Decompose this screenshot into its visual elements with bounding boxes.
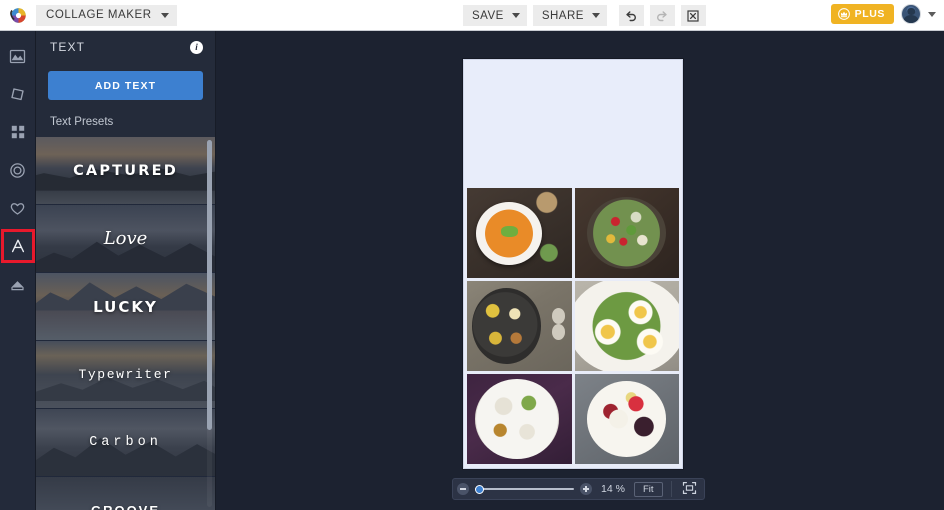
chevron-down-icon xyxy=(591,13,600,18)
plus-label: PLUS xyxy=(854,8,885,20)
list-item[interactable]: CAPTURED xyxy=(36,137,215,205)
close-boxed-x-icon xyxy=(687,9,700,22)
scrollbar-thumb[interactable] xyxy=(207,140,212,430)
sidebar-item-photos[interactable] xyxy=(3,41,33,71)
pumpkin-soup-bowl-image xyxy=(467,188,572,278)
pasta-salad-white-plate-image xyxy=(467,374,572,464)
app-menu-button[interactable]: COLLAGE MAKER xyxy=(36,4,177,26)
sidebar-item-frames[interactable] xyxy=(3,155,33,185)
preset-label: Typewriter xyxy=(78,367,173,382)
chevron-down-icon xyxy=(160,12,169,18)
save-button[interactable]: SAVE xyxy=(463,5,527,26)
close-project-button[interactable] xyxy=(680,5,706,26)
sidebar-item-collage[interactable] xyxy=(3,117,33,147)
collage-canvas[interactable] xyxy=(463,59,683,469)
panel-scrollbar[interactable] xyxy=(207,140,212,507)
list-item[interactable]: LUCKY xyxy=(36,273,215,341)
circle-ring-icon xyxy=(10,162,25,178)
chevron-down-icon[interactable] xyxy=(928,11,936,17)
app-menu-label: COLLAGE MAKER xyxy=(46,9,152,21)
header-account-area: PLUS xyxy=(830,4,936,24)
collage-maker-app: COLLAGE MAKER SAVE SHARE PLUS TEXT i ADD… xyxy=(0,0,944,510)
berry-smoothie-bowl-image xyxy=(574,374,679,464)
zoom-in-button[interactable] xyxy=(580,483,592,495)
text-panel: TEXT i ADD TEXT Text Presets CAPTURED Lo… xyxy=(36,31,216,510)
heart-outline-icon xyxy=(10,202,25,215)
redo-arrow-icon xyxy=(657,10,668,21)
zoom-level-value: 14 % xyxy=(601,483,625,495)
info-circle-icon[interactable]: i xyxy=(190,40,203,54)
save-label: SAVE xyxy=(472,9,504,22)
undo-button[interactable] xyxy=(618,5,644,26)
zoom-toolbar: 14 % Fit xyxy=(452,478,705,500)
sidebar-item-stickers[interactable] xyxy=(3,193,33,223)
zoom-slider-knob[interactable] xyxy=(475,485,484,494)
page-title: TEXT xyxy=(50,40,86,54)
app-logo[interactable] xyxy=(0,6,36,25)
list-item[interactable]: Typewriter xyxy=(36,341,215,409)
photo-cell[interactable] xyxy=(574,281,679,371)
sidebar-item-text[interactable] xyxy=(0,229,35,263)
preset-label: Carbon xyxy=(89,435,162,450)
preset-label: Love xyxy=(103,228,148,249)
grid-squares-icon xyxy=(11,125,24,139)
text-presets-list: CAPTURED Love LUCKY Typewriter Carbon xyxy=(36,137,215,510)
plus-upgrade-button[interactable]: PLUS xyxy=(830,4,894,24)
zoom-out-button[interactable] xyxy=(457,483,469,495)
add-text-button[interactable]: ADD TEXT xyxy=(48,71,203,100)
canvas-workspace[interactable]: 14 % Fit xyxy=(216,31,944,510)
crown-badge-icon xyxy=(837,8,850,20)
fit-to-screen-button[interactable] xyxy=(680,481,700,497)
app-body: TEXT i ADD TEXT Text Presets CAPTURED Lo… xyxy=(0,31,944,510)
fit-to-screen-icon xyxy=(682,482,697,494)
divider xyxy=(670,481,672,497)
zoom-slider[interactable] xyxy=(475,483,574,495)
preset-label: LUCKY xyxy=(93,297,158,316)
header-center-toolbar: SAVE SHARE xyxy=(463,5,706,26)
image-mountain-icon xyxy=(9,49,26,63)
photo-cell[interactable] xyxy=(574,374,679,464)
sidebar-item-effects[interactable] xyxy=(3,79,33,109)
app-header: COLLAGE MAKER SAVE SHARE PLUS xyxy=(0,0,944,31)
photo-cell[interactable] xyxy=(574,188,679,278)
share-label: SHARE xyxy=(541,9,584,22)
text-presets-label: Text Presets xyxy=(50,116,114,128)
avocado-toast-with-eggs-image xyxy=(574,281,679,371)
photo-cell[interactable] xyxy=(467,374,572,464)
redo-button[interactable] xyxy=(649,5,675,26)
avatar[interactable] xyxy=(901,4,921,24)
list-item[interactable]: Carbon xyxy=(36,409,215,477)
photo-cell[interactable] xyxy=(467,188,572,278)
share-button[interactable]: SHARE xyxy=(532,5,607,26)
chevron-down-icon xyxy=(511,13,520,18)
photo-cell[interactable] xyxy=(467,281,572,371)
color-wheel-icon xyxy=(9,7,26,23)
pomegranate-avocado-salad-bowl-image xyxy=(574,188,679,278)
shape-diamond-icon xyxy=(11,280,24,290)
photo-grid xyxy=(464,188,682,467)
fig-and-nut-buddha-bowl-image xyxy=(467,281,572,371)
canvas-empty-area[interactable] xyxy=(464,60,682,188)
preset-label: GROOVE xyxy=(91,503,160,510)
preset-label: CAPTURED xyxy=(73,162,178,179)
zoom-slider-track xyxy=(475,488,574,490)
panel-header: TEXT i xyxy=(36,31,215,63)
list-item[interactable]: Love xyxy=(36,205,215,273)
sidebar-item-graphics[interactable] xyxy=(3,269,33,299)
layers-diamond-icon xyxy=(11,87,24,100)
fit-button[interactable]: Fit xyxy=(634,481,663,497)
list-item[interactable]: GROOVE xyxy=(36,477,215,510)
undo-arrow-icon xyxy=(626,10,637,21)
tool-rail xyxy=(0,31,36,510)
letter-a-icon xyxy=(11,239,24,253)
